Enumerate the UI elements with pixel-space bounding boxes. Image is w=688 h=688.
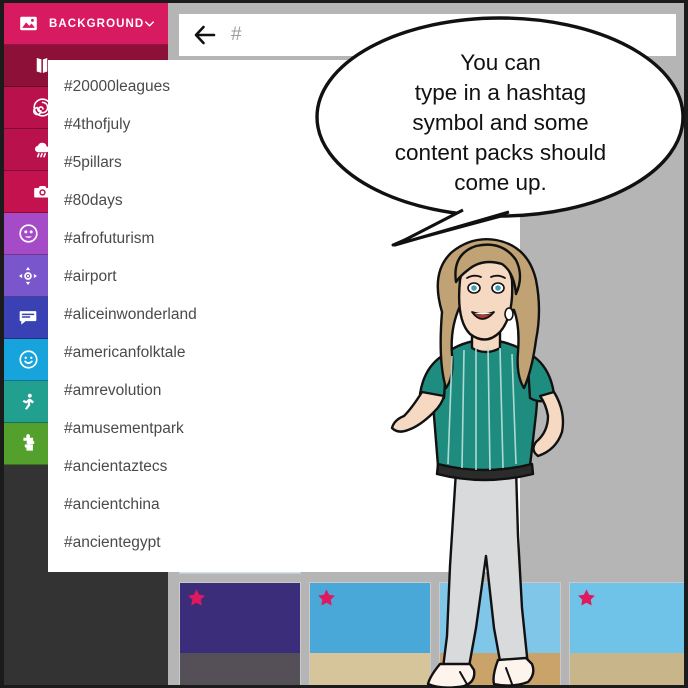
thumbnail-desert-dunes[interactable] (439, 582, 561, 685)
star-filled-icon[interactable] (187, 588, 206, 607)
search-input[interactable]: # (231, 24, 242, 46)
star-filled-icon[interactable] (447, 588, 466, 607)
sidebar-item-background[interactable]: BACKGROUND (4, 3, 168, 45)
image-icon (18, 14, 38, 34)
hashtag-list-item[interactable]: #americanfolktale (48, 334, 520, 372)
hashtag-list-item[interactable]: #5pillars (48, 144, 520, 182)
target-icon (18, 266, 38, 286)
hashtag-list-item[interactable]: #amusementpark (48, 410, 520, 448)
hashtag-list-item[interactable]: #4thofjuly (48, 106, 520, 144)
hashtag-list-item[interactable]: #80days (48, 182, 520, 220)
hashtag-list-item[interactable]: #ancientaztecs (48, 448, 520, 486)
chevron-down-icon[interactable] (143, 17, 155, 29)
face-icon (18, 224, 38, 244)
thumbnail-ground (570, 652, 684, 685)
hashtag-list-item[interactable]: #ancientchina (48, 486, 520, 524)
puzzle-icon (18, 434, 38, 454)
back-arrow-icon[interactable] (193, 24, 217, 46)
hashtag-list-item[interactable]: #ancientgreece (48, 562, 520, 572)
thumbnail-river-boat-landscape[interactable] (569, 582, 684, 685)
runner-icon (18, 392, 38, 412)
search-bar[interactable]: # (179, 14, 676, 56)
thumbnail-night-city-crosswalk[interactable] (179, 582, 301, 685)
hashtag-list-item[interactable]: #amrevolution (48, 372, 520, 410)
smiley-icon (18, 350, 38, 370)
thumbnail-ground (440, 652, 560, 685)
star-filled-icon[interactable] (317, 588, 336, 607)
sidebar-item-label: BACKGROUND (49, 17, 145, 30)
thumbnail-ground (180, 652, 300, 685)
hashtag-list-item[interactable]: #afrofuturism (48, 220, 520, 258)
hashtag-suggestion-list[interactable]: #20000leagues #4thofjuly #5pillars #80days #… (48, 60, 520, 572)
hashtag-list-item[interactable]: #airport (48, 258, 520, 296)
hashtag-list-item[interactable]: #ancientegypt (48, 524, 520, 562)
thumbnail-ground (310, 652, 430, 685)
thumbnail-rainbow-sailboat[interactable] (309, 582, 431, 685)
app-root: BACKGROUNDSCENEABSTRACTWEATHERPHOTOCHARA… (0, 0, 688, 688)
hashtag-list-item[interactable]: #20000leagues (48, 68, 520, 106)
speech-icon (18, 308, 38, 328)
star-filled-icon[interactable] (577, 588, 596, 607)
hashtag-list-item[interactable]: #aliceinwonderland (48, 296, 520, 334)
